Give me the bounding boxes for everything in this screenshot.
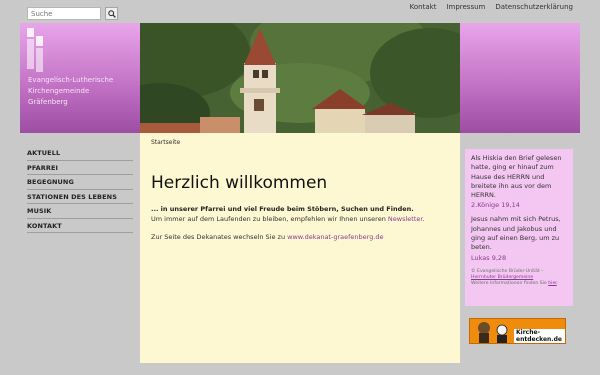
sidebar-item-kontakt[interactable]: KONTAKT [27,219,133,233]
verse-text-2: Jesus nahm mit sich Petrus, Johannes und… [471,215,561,252]
intro-text-end: . [422,215,425,223]
topnav-kontakt[interactable]: Kontakt [410,3,437,11]
verse-text-1: Als Hiskia den Brief gelesen hatte, ging… [471,154,562,200]
kirche-entdecken-banner[interactable]: Kirche-entdecken.de [469,318,566,344]
credit-info-text: Weitere Informationen finden Sie [471,281,549,287]
sidebar-item-stationen[interactable]: STATIONEN DES LEBENS [27,190,133,204]
sidebar-navigation: AKTUELL PFARREI BEGEGNUNG STATIONEN DES … [27,146,133,233]
intro-heading: ... in unserer Pfarrei und viel Freude b… [151,205,414,213]
credit-here-link[interactable]: hier [548,281,556,286]
org-name-line-2: Kirchengemeinde [28,87,90,95]
org-name-line-1: Evangelisch-Lutherische [28,76,114,84]
topnav-impressum[interactable]: Impressum [446,3,485,11]
header-photo-church [140,23,460,133]
topnav-datenschutz[interactable]: Datenschutzerklärung [495,3,573,11]
church-logo-icon[interactable] [27,28,49,74]
dekanat-text-body: Zur Seite des Dekanates wechseln Sie zu [151,233,288,241]
search-button[interactable] [105,7,118,20]
cartoon-figures-icon [478,322,508,343]
search-icon [107,9,116,18]
header-right-panel [460,23,580,133]
sidebar-item-musik[interactable]: MUSIK [27,204,133,219]
sidebar-item-aktuell[interactable]: AKTUELL [27,146,133,161]
header-left-panel: Evangelisch-Lutherische Kirchengemeinde … [20,23,140,133]
org-name: Evangelisch-Lutherische Kirchengemeinde … [28,75,138,108]
page-title: Herzlich willkommen [151,173,328,193]
banner-text: Kirche-entdecken.de [514,329,565,343]
daily-verse-box: Als Hiskia den Brief gelesen hatte, ging… [465,149,573,306]
credit-line-3: Weitere Informationen finden Sie hier. [471,281,567,287]
dekanat-link[interactable]: www.dekanat-graefenberg.de [287,233,383,241]
verse-reference-1: 2.Könige 19,14 [471,201,520,210]
breadcrumb[interactable]: Startseite [151,139,180,146]
newsletter-link[interactable]: Newsletter [388,215,423,223]
search-bar [27,7,118,20]
intro-text: Um immer auf dem Laufenden zu bleiben, e… [151,215,425,223]
main-content: Startseite Herzlich willkommen ... in un… [140,133,460,363]
intro-text-body: Um immer auf dem Laufenden zu bleiben, e… [151,215,388,223]
sidebar-item-pfarrei[interactable]: PFARREI [27,161,133,175]
top-navigation: Kontakt Impressum Datenschutzerklärung [410,3,573,11]
credit-end: . [556,281,559,287]
org-name-line-3: Gräfenberg [28,98,68,106]
verse-reference-2: Lukas 9,28 [471,253,507,262]
verse-credit: © Evangelische Brüder-Unität – Herrnhute… [471,269,567,288]
search-input[interactable] [27,7,101,20]
sidebar-item-begegnung[interactable]: BEGEGNUNG [27,175,133,190]
dekanat-text: Zur Seite des Dekanates wechseln Sie zu … [151,233,384,241]
